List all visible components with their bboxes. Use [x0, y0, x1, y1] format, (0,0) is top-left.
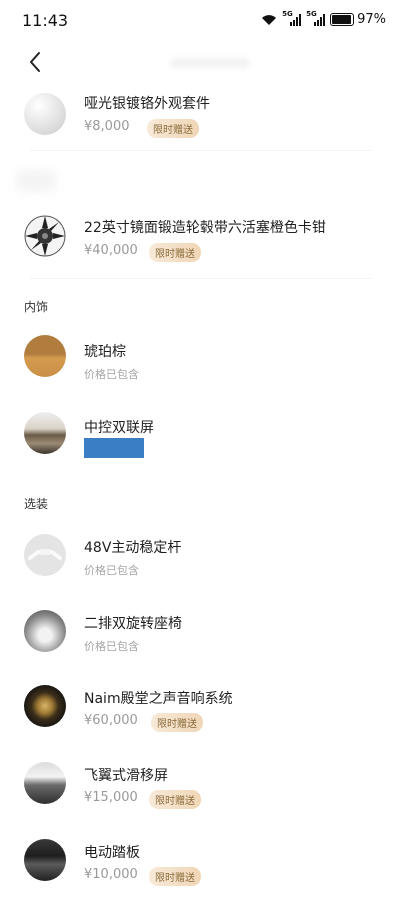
signal-icon-2: 5G	[306, 10, 326, 26]
item-name: 48V主动稳定杆	[84, 540, 182, 556]
rotating-seats-icon	[24, 610, 66, 652]
item-name: Naim殿堂之声音响系统	[84, 691, 233, 707]
item-price-included: 价格已包含	[84, 564, 139, 577]
item-name: 二排双旋转座椅	[84, 616, 182, 632]
promo-badge: 限时赠送	[147, 119, 199, 138]
list-item-sliding-screen[interactable]: 飞翼式滑移屏 ¥15,000 限时赠送	[0, 756, 402, 816]
nav-bar	[0, 42, 402, 82]
list-item-amber-brown[interactable]: 琥珀棕 价格已包含	[0, 332, 402, 392]
promo-badge: 限时赠送	[149, 243, 201, 262]
item-name: 琥珀棕	[84, 344, 126, 360]
item-name: 22英寸镜面锻造轮毂带六活塞橙色卡钳	[84, 220, 326, 236]
dual-screen-dashboard-icon	[24, 412, 66, 454]
list-item-dual-screen[interactable]: 中控双联屏	[0, 408, 402, 468]
list-item-naim-audio[interactable]: Naim殿堂之声音响系统 ¥60,000 限时赠送	[0, 680, 402, 740]
item-name: 飞翼式滑移屏	[84, 768, 168, 784]
sliding-screen-icon	[24, 762, 66, 804]
item-price: ¥60,000	[84, 713, 138, 728]
item-price-included: 价格已包含	[84, 640, 139, 653]
highlight-bar	[84, 438, 144, 458]
status-bar: 11:43 5G 5G 97%	[0, 0, 402, 40]
item-price-included: 价格已包含	[84, 368, 139, 381]
item-name: 哑光银镀铬外观套件	[84, 96, 210, 112]
wifi-icon	[261, 14, 277, 26]
chevron-left-icon	[30, 52, 40, 72]
item-price: ¥8,000	[84, 119, 130, 134]
item-name: 电动踏板	[84, 845, 140, 861]
power-step-icon	[24, 839, 66, 881]
nav-title-placeholder	[170, 58, 250, 68]
back-button[interactable]	[24, 50, 48, 74]
signal-icon: 5G	[282, 10, 302, 26]
section-title-options: 选装	[24, 497, 49, 511]
stabilizer-bar-icon	[24, 534, 66, 576]
status-icons: 5G 5G 97%	[261, 10, 386, 27]
item-price: ¥10,000	[84, 867, 138, 882]
list-item-stabilizer[interactable]: 48V主动稳定杆 价格已包含	[0, 528, 402, 588]
item-name: 中控双联屏	[84, 420, 154, 436]
promo-badge: 限时赠送	[149, 867, 201, 886]
list-item-power-step[interactable]: 电动踏板 ¥10,000 限时赠送	[0, 834, 402, 894]
promo-badge: 限时赠送	[149, 790, 201, 809]
item-price: ¥40,000	[84, 243, 138, 258]
battery-icon: 97%	[330, 12, 386, 27]
list-item-chrome-kit[interactable]: 哑光银镀铬外观套件 ¥8,000 限时赠送	[0, 85, 402, 145]
status-time: 11:43	[22, 11, 69, 30]
chrome-trim-swatch-icon	[24, 93, 66, 135]
list-item-rotating-seats[interactable]: 二排双旋转座椅 价格已包含	[0, 604, 402, 664]
item-price: ¥15,000	[84, 790, 138, 805]
section-title-interior: 内饰	[24, 300, 49, 314]
speaker-icon	[24, 685, 66, 727]
battery-percent: 97%	[357, 12, 386, 27]
promo-badge: 限时赠送	[151, 713, 203, 732]
divider	[30, 150, 372, 151]
blurred-area	[16, 170, 56, 192]
divider	[30, 278, 372, 279]
wheel-rim-icon	[24, 215, 66, 257]
list-item-wheels[interactable]: 22英寸镜面锻造轮毂带六活塞橙色卡钳 ¥40,000 限时赠送	[0, 208, 402, 268]
amber-brown-swatch-icon	[24, 335, 66, 377]
